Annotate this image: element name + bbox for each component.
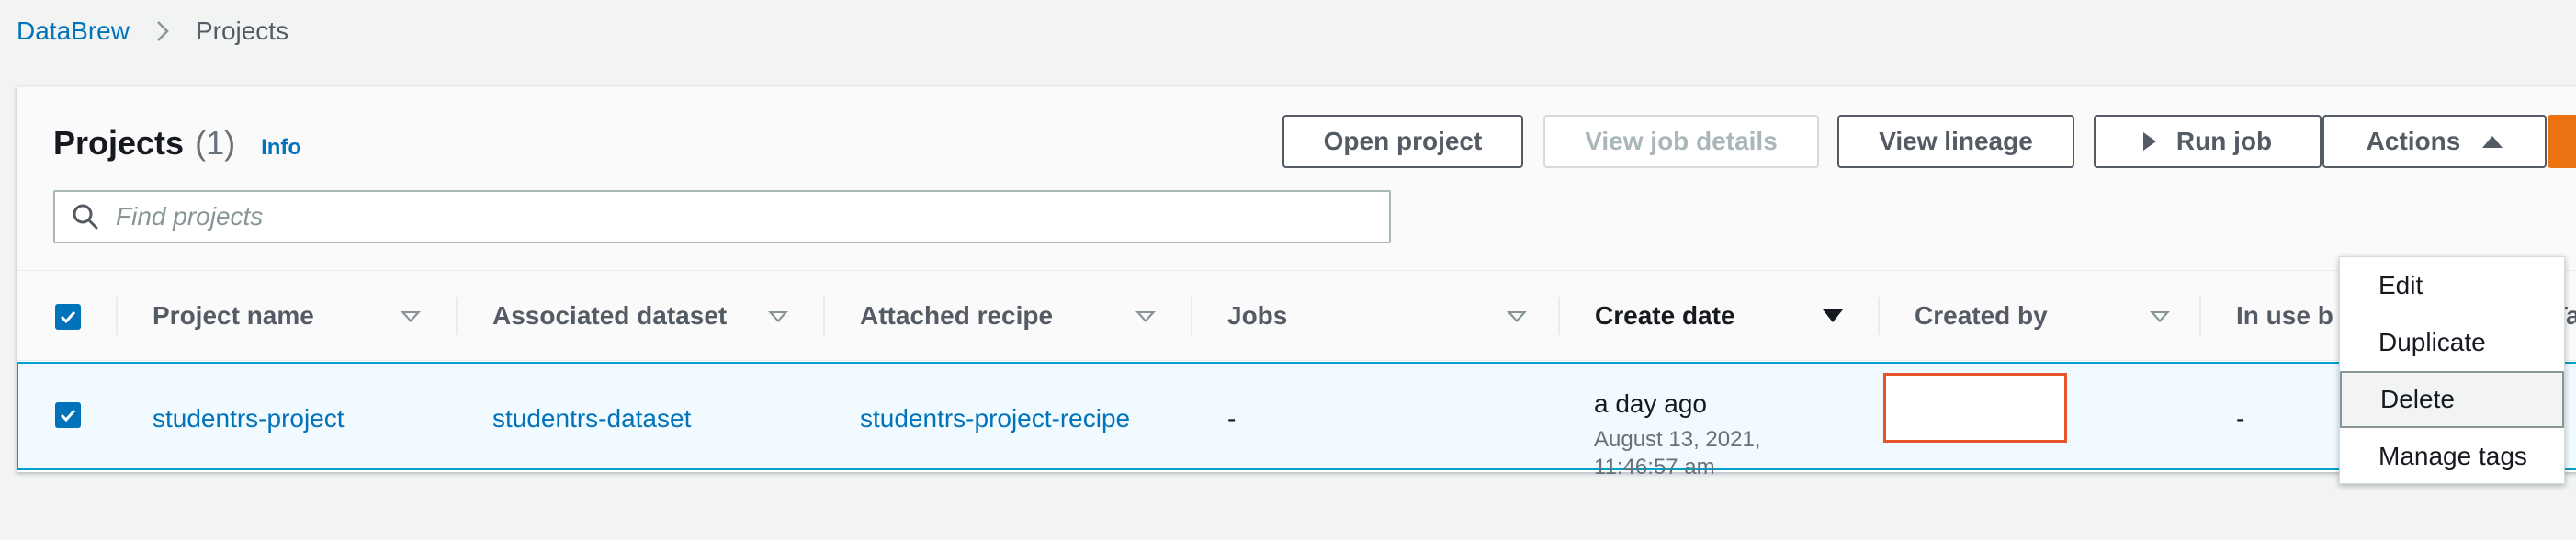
view-job-details-button[interactable]: View job details bbox=[1543, 115, 1819, 168]
search-field[interactable] bbox=[53, 190, 1391, 243]
menu-item-delete[interactable]: Delete bbox=[2340, 371, 2564, 428]
caret-up-icon bbox=[2482, 135, 2503, 148]
menu-item-edit[interactable]: Edit bbox=[2340, 257, 2564, 314]
view-lineage-button[interactable]: View lineage bbox=[1837, 115, 2074, 168]
in-use-by-cell: - bbox=[2236, 404, 2245, 433]
dataset-link[interactable]: studentrs-dataset bbox=[492, 404, 691, 433]
create-date-full: August 13, 2021, 11:46:57 am bbox=[1594, 427, 1761, 479]
column-header-project-name[interactable]: Project name bbox=[153, 271, 314, 361]
column-header-attached-recipe[interactable]: Attached recipe bbox=[860, 271, 1053, 361]
column-divider bbox=[2199, 297, 2201, 335]
create-project-button[interactable] bbox=[2548, 115, 2576, 168]
breadcrumb-current: Projects bbox=[195, 17, 289, 45]
table-header-area: Projects (1) Info Open project View job … bbox=[17, 87, 2576, 271]
projects-table-container: Projects (1) Info Open project View job … bbox=[17, 86, 2576, 484]
column-label: Create date bbox=[1595, 301, 1735, 330]
actions-dropdown-menu: Edit Duplicate Delete Manage tags bbox=[2339, 256, 2565, 484]
column-header-jobs[interactable]: Jobs bbox=[1227, 271, 1287, 361]
open-project-button[interactable]: Open project bbox=[1282, 115, 1523, 168]
title-text: Projects bbox=[53, 124, 185, 162]
column-divider bbox=[823, 297, 825, 335]
create-date-relative: a day ago bbox=[1594, 389, 1707, 418]
column-header-in-use-by[interactable]: In use b bbox=[2236, 271, 2333, 361]
column-header-associated-dataset[interactable]: Associated dataset bbox=[492, 271, 727, 361]
table-row[interactable]: studentrs-project studentrs-dataset stud… bbox=[17, 362, 2576, 479]
run-job-label: Run job bbox=[2175, 127, 2273, 155]
menu-item-manage-tags[interactable]: Manage tags bbox=[2340, 428, 2564, 485]
run-job-button[interactable]: Run job bbox=[2094, 115, 2322, 168]
column-divider bbox=[1558, 297, 1560, 335]
info-link[interactable]: Info bbox=[261, 135, 301, 161]
actions-button[interactable]: Actions bbox=[2322, 115, 2547, 168]
select-all-checkbox[interactable] bbox=[55, 304, 81, 330]
column-divider bbox=[1191, 297, 1192, 335]
column-label: In use b bbox=[2236, 301, 2333, 330]
project-name-link[interactable]: studentrs-project bbox=[153, 404, 345, 433]
column-label: Created by bbox=[1915, 301, 2048, 330]
project-count: (1) bbox=[195, 124, 236, 162]
row-checkbox[interactable] bbox=[55, 402, 81, 428]
created-by-cell bbox=[1883, 373, 2067, 443]
jobs-cell: - bbox=[1227, 404, 1237, 433]
column-label: Attached recipe bbox=[860, 301, 1054, 330]
table-head: Project name Associated dataset Attached… bbox=[17, 271, 2576, 361]
breadcrumb: DataBrew Projects bbox=[17, 17, 288, 46]
play-icon bbox=[2142, 132, 2156, 151]
chevron-right-icon bbox=[155, 19, 170, 43]
column-label: Jobs bbox=[1227, 301, 1288, 330]
actions-label: Actions bbox=[2366, 127, 2461, 155]
column-label: Associated dataset bbox=[492, 301, 728, 330]
page-title: Projects (1) Info bbox=[53, 124, 301, 163]
column-label: Project name bbox=[153, 301, 314, 330]
menu-item-duplicate[interactable]: Duplicate bbox=[2340, 314, 2564, 371]
search-input[interactable] bbox=[116, 202, 1310, 231]
column-divider bbox=[456, 297, 458, 335]
column-divider bbox=[116, 297, 118, 335]
breadcrumb-databrew-link[interactable]: DataBrew bbox=[17, 17, 130, 46]
column-divider bbox=[1878, 297, 1880, 335]
search-icon bbox=[72, 203, 99, 231]
column-header-created-by[interactable]: Created by bbox=[1915, 271, 2048, 361]
column-header-create-date[interactable]: Create date bbox=[1595, 271, 1735, 361]
recipe-link[interactable]: studentrs-project-recipe bbox=[860, 404, 1130, 433]
